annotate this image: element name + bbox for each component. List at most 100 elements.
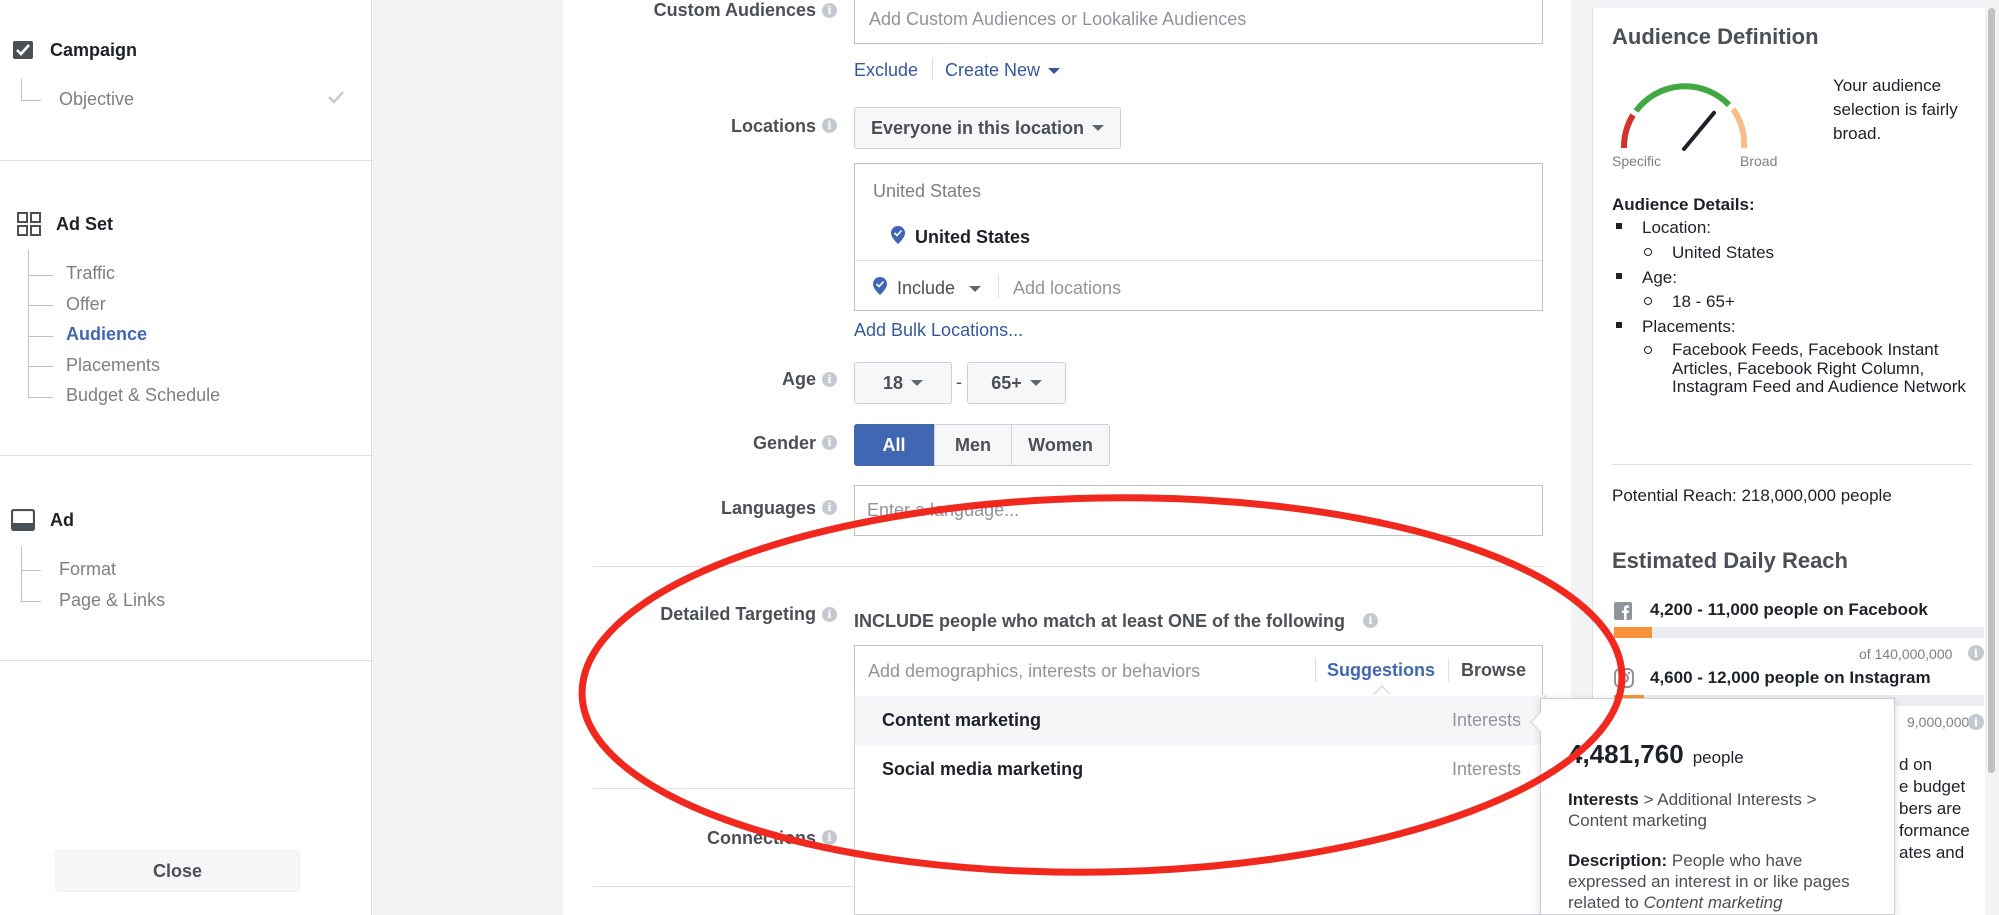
monitor-icon: [10, 508, 36, 532]
languages-input[interactable]: Enter a language...: [854, 485, 1543, 536]
close-button[interactable]: Close: [55, 850, 300, 892]
suggestion-category: Interests: [1451, 710, 1521, 730]
chevron-down-icon: [911, 380, 924, 386]
suggestion-category: Interests: [1451, 759, 1521, 779]
scrollbar[interactable]: [1988, 8, 1995, 773]
sidebar-item-format[interactable]: Format: [59, 559, 116, 580]
gender-label: Gender: [752, 433, 816, 453]
add-locations-input[interactable]: Add locations: [1013, 278, 1121, 299]
exclude-link[interactable]: Exclude: [854, 60, 918, 81]
suggestion-item[interactable]: Content marketing Interests: [855, 696, 1545, 745]
locations-label: Locations: [730, 116, 816, 136]
potential-reach: Potential Reach: 218,000,000 people: [1612, 486, 1892, 505]
gender-women-button[interactable]: Women: [1011, 424, 1110, 466]
sidebar-section-ad[interactable]: Ad: [10, 508, 74, 532]
audience-size-unit: people: [1692, 748, 1744, 767]
info-icon[interactable]: i: [822, 607, 837, 622]
create-new-link[interactable]: Create New: [945, 60, 1061, 81]
connections-label: Connections: [706, 828, 816, 848]
sidebar-item-placements[interactable]: Placements: [66, 355, 160, 376]
suggestions-dropdown: Content marketing Interests Social media…: [854, 685, 1546, 915]
location-type-label: Everyone in this location: [870, 117, 1085, 138]
reach-note-line: ates and: [1899, 843, 1965, 862]
gender-men-button[interactable]: Men: [934, 424, 1012, 466]
location-type-dropdown[interactable]: Everyone in this location: [854, 107, 1121, 149]
sidebar-item-audience[interactable]: Audience: [66, 324, 147, 345]
sidebar-section-adset[interactable]: Ad Set: [16, 212, 113, 236]
age-separator: -: [956, 372, 962, 392]
languages-label: Languages: [720, 498, 816, 518]
age-min-dropdown[interactable]: 18: [854, 362, 952, 404]
sidebar: Campaign Objective Ad Set Traffic Offer …: [0, 0, 372, 915]
info-icon[interactable]: i: [822, 3, 837, 18]
audience-definition-title: Audience Definition: [1612, 24, 1819, 49]
gauge-specific-label: Specific: [1612, 153, 1662, 169]
suggestion-item[interactable]: Social media marketing Interests: [855, 745, 1545, 794]
detail-age-value: 18 - 65+: [1672, 292, 1735, 311]
sidebar-section-label: Campaign: [50, 39, 138, 60]
detailed-targeting-label: Detailed Targeting: [660, 604, 816, 624]
sidebar-section-label: Ad Set: [56, 213, 114, 234]
custom-audiences-label: Custom Audiences: [653, 0, 816, 20]
info-icon[interactable]: i: [1968, 714, 1984, 730]
chevron-down-icon: [1048, 67, 1061, 74]
sidebar-item-budget-schedule[interactable]: Budget & Schedule: [66, 385, 220, 406]
custom-audiences-input[interactable]: Add Custom Audiences or Lookalike Audien…: [854, 0, 1543, 44]
reach-note-partial: d on e budget bers are formance ates and: [1899, 754, 1970, 864]
detail-placements-label: Placements:: [1642, 317, 1736, 336]
info-icon[interactable]: i: [822, 830, 837, 845]
instagram-reach: 4,600 - 12,000 people on Instagram: [1650, 668, 1931, 687]
sidebar-item-offer[interactable]: Offer: [66, 294, 106, 315]
info-icon[interactable]: i: [822, 372, 837, 387]
facebook-icon: [1614, 602, 1632, 625]
browse-tab[interactable]: Browse: [1461, 660, 1526, 681]
sidebar-section-campaign[interactable]: Campaign: [10, 38, 137, 62]
interest-path: Interests > Additional Interests > Conte…: [1568, 789, 1873, 831]
audience-gauge: [1620, 83, 1748, 151]
sidebar-item-page-links[interactable]: Page & Links: [59, 590, 165, 611]
info-icon[interactable]: i: [822, 500, 837, 515]
info-icon[interactable]: i: [822, 435, 837, 450]
include-label: Include: [897, 278, 956, 298]
reach-note-line: bers are: [1899, 799, 1962, 818]
detail-age-label: Age:: [1642, 268, 1677, 287]
detailed-targeting-input[interactable]: Add demographics, interests or behaviors: [868, 661, 1200, 682]
checkmark-icon: [327, 89, 345, 110]
age-label: Age: [781, 369, 816, 389]
suggestion-name: Content marketing: [882, 710, 1042, 730]
instagram-icon: [1614, 668, 1634, 693]
age-max-dropdown[interactable]: 65+: [967, 362, 1066, 404]
interest-description: Description: People who have expressed a…: [1568, 850, 1873, 913]
interest-tooltip: 4,481,760 people Interests > Additional …: [1530, 698, 1895, 915]
facebook-axis-max: of 140,000,000: [1859, 646, 1953, 662]
info-icon[interactable]: i: [1363, 613, 1378, 628]
gauge-broad-label: Broad: [1740, 153, 1778, 169]
description-label: Description:: [1568, 851, 1668, 870]
gender-all-button[interactable]: All: [854, 424, 934, 466]
location-pin-icon: [873, 277, 887, 300]
description-topic: Content marketing: [1643, 893, 1783, 912]
facebook-reach-bar: [1614, 627, 1984, 638]
add-bulk-locations-link[interactable]: Add Bulk Locations...: [854, 320, 1023, 341]
suggestions-tab[interactable]: Suggestions: [1327, 660, 1435, 681]
chevron-down-icon: [969, 285, 982, 292]
info-icon[interactable]: i: [1968, 645, 1984, 661]
sidebar-item-objective[interactable]: Objective: [59, 89, 134, 110]
reach-note-line: formance: [1899, 821, 1970, 840]
detailed-targeting-search[interactable]: Add demographics, interests or behaviors…: [854, 645, 1543, 696]
include-dropdown[interactable]: Include: [873, 277, 982, 300]
location-chip[interactable]: United States: [891, 226, 1030, 249]
facebook-reach: 4,200 - 11,000 people on Facebook: [1650, 600, 1928, 619]
location-chip-label: United States: [915, 227, 1031, 247]
chevron-down-icon: [1029, 380, 1042, 386]
reach-note-line: d on: [1899, 755, 1933, 774]
sidebar-item-traffic[interactable]: Traffic: [66, 263, 115, 284]
checkbox-icon: [10, 38, 36, 62]
estimated-daily-reach-title: Estimated Daily Reach: [1612, 548, 1848, 573]
info-icon[interactable]: i: [822, 118, 837, 133]
include-criteria-text: INCLUDE people who match at least ONE of…: [854, 611, 1346, 631]
age-min-value: 18: [882, 372, 904, 393]
detail-location-label: Location:: [1642, 218, 1711, 237]
locations-box: United States United States Include Add …: [854, 163, 1543, 311]
grid-icon: [16, 212, 42, 236]
